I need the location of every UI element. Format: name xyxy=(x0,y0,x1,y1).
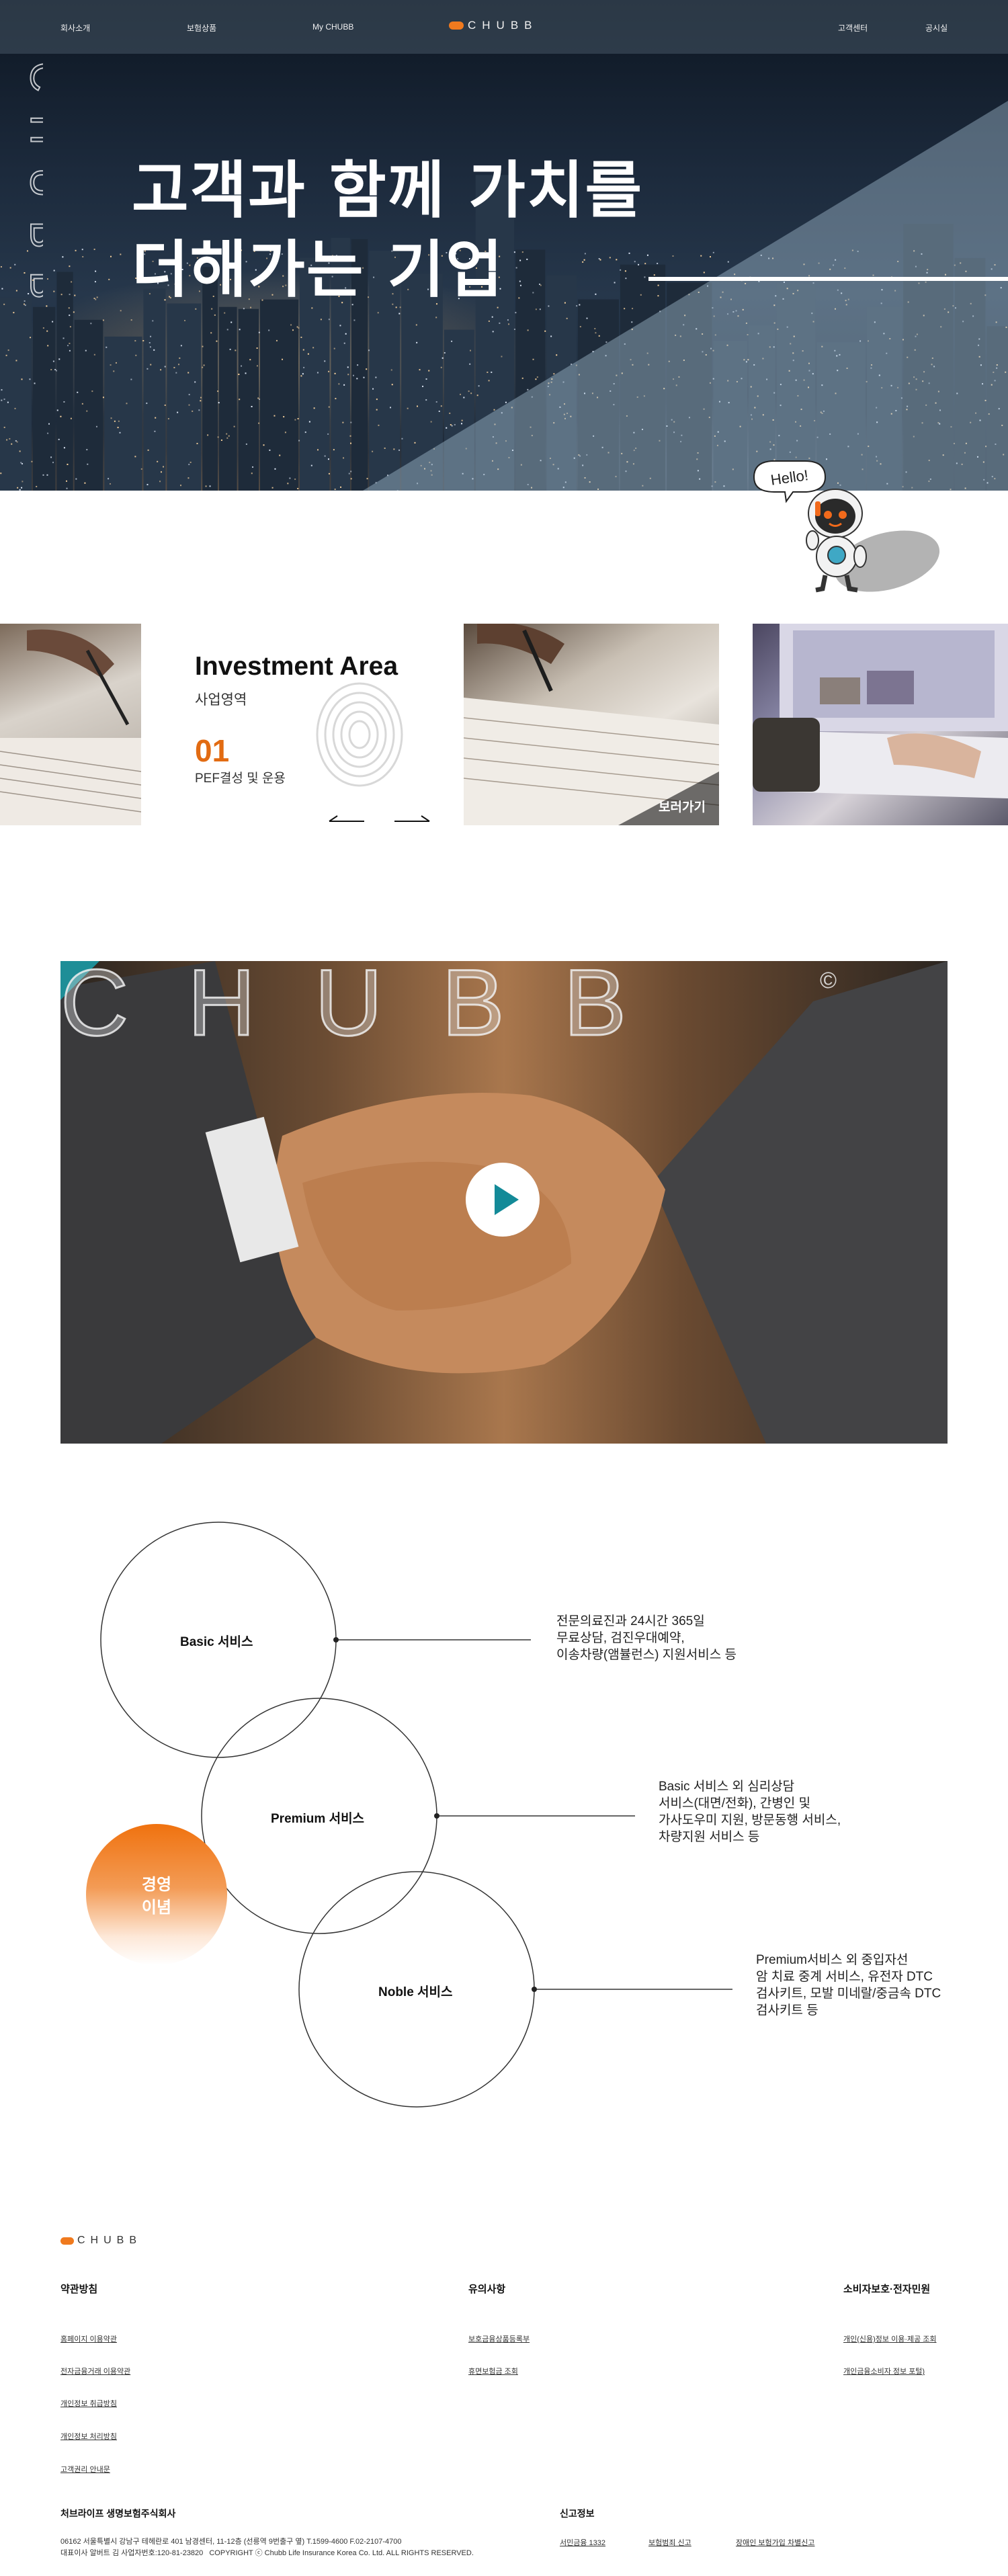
service-basic-description: 전문의료진과 24시간 365일 무료상담, 검진우대예약, 이송차량(앰뷸런스… xyxy=(556,1613,737,1663)
service-basic-desc-line: 전문의료진과 24시간 365일 xyxy=(556,1614,705,1628)
investment-description: PEF결성 및 운용 xyxy=(195,772,286,786)
services-diagram xyxy=(100,1522,732,2108)
hero-section: CHUBB 고객과 함께 가치를 더해가는 기업 xyxy=(0,0,1008,491)
footer-heading-terms: 약관방침 xyxy=(60,2284,98,2295)
arrow-left-icon[interactable] xyxy=(327,815,367,824)
service-premium-desc-line: 차량지원 서비스 등 xyxy=(659,1830,760,1844)
investment-number: 01 xyxy=(195,733,230,768)
vertical-chubb-text: CHUBB xyxy=(21,62,43,323)
philosophy-line1: 경영 xyxy=(141,1876,172,1894)
footer-heading-consumer: 소비자보호·전자민원 xyxy=(843,2284,931,2295)
footer-link-privacy-handling[interactable]: 개인정보 취급방침 xyxy=(60,2398,117,2409)
footer-copyright: COPYRIGHT ⓒ Chubb Life Insurance Korea C… xyxy=(209,2549,474,2557)
footer-link-finance-1332[interactable]: 서민금융 1332 xyxy=(560,2537,605,2548)
service-basic-desc-line: 이송차량(앰뷸런스) 지원서비스 등 xyxy=(556,1648,737,1662)
footer-link-consumer-portal[interactable]: 개인금융소비자 정보 포털) xyxy=(843,2366,925,2376)
footer-heading-notice: 유의사항 xyxy=(468,2284,506,2295)
footer-heading-report: 신고정보 xyxy=(560,2508,595,2519)
investment-subtitle: 사업영역 xyxy=(195,692,247,708)
service-noble-desc-line: 검사키트, 모발 미네랄/중금속 DTC xyxy=(756,1987,941,2001)
management-philosophy-badge: 경영 이념 xyxy=(86,1824,227,1965)
footer-link-dormant-insurance[interactable]: 휴면보험금 조회 xyxy=(468,2366,518,2376)
footer-ceo-info: 대표이사 알버트 김 사업자번호:120-81-23820 xyxy=(60,2549,204,2557)
footer-address: 06162 서울특별시 강남구 테헤란로 401 남경센터, 11-12층 (선… xyxy=(60,2538,402,2546)
service-basic-desc-line: 무료상담, 검진우대예약, xyxy=(556,1631,685,1645)
footer-logo-mark xyxy=(60,2237,74,2245)
footer-link-protected-products[interactable]: 보호금융상품등록부 xyxy=(468,2333,530,2344)
footer-link-efinance-terms[interactable]: 전자금융거래 이용약관 xyxy=(60,2366,130,2376)
video-chubb-logo: CHUBB © xyxy=(60,961,837,1055)
footer-link-disability-report[interactable]: 장애인 보험가입 차별신고 xyxy=(736,2537,814,2548)
footer-link-credit-info[interactable]: 개인(신용)정보 이용·제공 조회 xyxy=(843,2333,937,2344)
footer-ceo-line: 대표이사 알버트 김 사업자번호:120-81-23820 COPYRIGHT … xyxy=(60,2547,531,2558)
philosophy-line2: 이념 xyxy=(141,1899,172,1917)
service-premium-desc-line: Basic 서비스 외 심리상담 xyxy=(659,1780,795,1794)
footer-link-customer-rights[interactable]: 고객권리 안내문 xyxy=(60,2464,110,2475)
vertical-chubb-text-glyphs: CHUBB xyxy=(22,62,43,322)
see-more-link[interactable]: 보러가기 xyxy=(659,797,706,815)
nav-item-customer-center[interactable]: 고객센터 xyxy=(838,22,868,34)
fingerprint-icon xyxy=(316,682,403,787)
service-noble-desc-line: 암 치료 중계 서비스, 유전자 DTC xyxy=(756,1970,933,1984)
footer-company-name: 처브라이프 생명보험주식회사 xyxy=(60,2508,176,2519)
hero-title-line1: 고객과 함께 가치를 xyxy=(132,155,644,226)
service-premium-desc-line: 가사도우미 지원, 방문동행 서비스, xyxy=(659,1813,841,1827)
investment-card-image-left[interactable] xyxy=(0,624,141,825)
hero-title: 고객과 함께 가치를 더해가는 기업 xyxy=(132,151,643,310)
top-navigation: 회사소개 보험상품 My CHUBB CHUBB 고객센터 공시실 xyxy=(0,0,1008,54)
investment-card-image-active[interactable] xyxy=(464,624,719,825)
hero-title-line2: 더해가는 기업 xyxy=(132,234,504,306)
footer-link-site-terms[interactable]: 홈페이지 이용약관 xyxy=(60,2333,117,2344)
footer-link-privacy-processing[interactable]: 개인정보 처리방침 xyxy=(60,2431,117,2442)
chubb-logo[interactable]: CHUBB xyxy=(449,19,538,32)
video-logo-glyphs: CHUBB xyxy=(60,961,685,1055)
hero-divider-line xyxy=(648,277,1008,281)
footer-chubb-logo[interactable]: CHUBB xyxy=(60,2235,142,2247)
service-noble-description: Premium서비스 외 중입자선 암 치료 중계 서비스, 유전자 DTC 검… xyxy=(756,1952,941,2019)
footer-logo-text: CHUBB xyxy=(77,2235,142,2246)
arrow-right-icon[interactable] xyxy=(392,815,432,824)
service-noble-desc-line: 검사키트 등 xyxy=(756,2003,818,2018)
service-premium-label: Premium 서비스 xyxy=(271,1812,365,1826)
service-premium-description: Basic 서비스 외 심리상담 서비스(대면/전화), 간병인 및 가사도우미… xyxy=(659,1778,841,1845)
video-section[interactable]: CHUBB © xyxy=(60,961,948,1444)
play-icon[interactable] xyxy=(466,1163,540,1237)
nav-item-company[interactable]: 회사소개 xyxy=(60,22,90,34)
svg-text:©: © xyxy=(820,968,837,993)
service-premium-desc-line: 서비스(대면/전화), 간병인 및 xyxy=(659,1796,811,1811)
robot-mascot: Hello! xyxy=(753,460,940,593)
nav-item-disclosure[interactable]: 공시실 xyxy=(925,22,948,34)
chubb-logo-text: CHUBB xyxy=(468,19,538,32)
footer-link-fraud-report[interactable]: 보험범죄 신고 xyxy=(648,2537,691,2548)
service-noble-label: Noble 서비스 xyxy=(378,1985,453,1999)
service-noble-desc-line: Premium서비스 외 중입자선 xyxy=(756,1953,909,1967)
investment-card-image-right[interactable] xyxy=(753,624,1008,825)
nav-item-products[interactable]: 보험상품 xyxy=(187,22,216,34)
nav-item-my-chubb[interactable]: My CHUBB xyxy=(312,22,353,32)
service-basic-label: Basic 서비스 xyxy=(180,1635,253,1649)
chubb-logo-mark xyxy=(449,22,464,30)
